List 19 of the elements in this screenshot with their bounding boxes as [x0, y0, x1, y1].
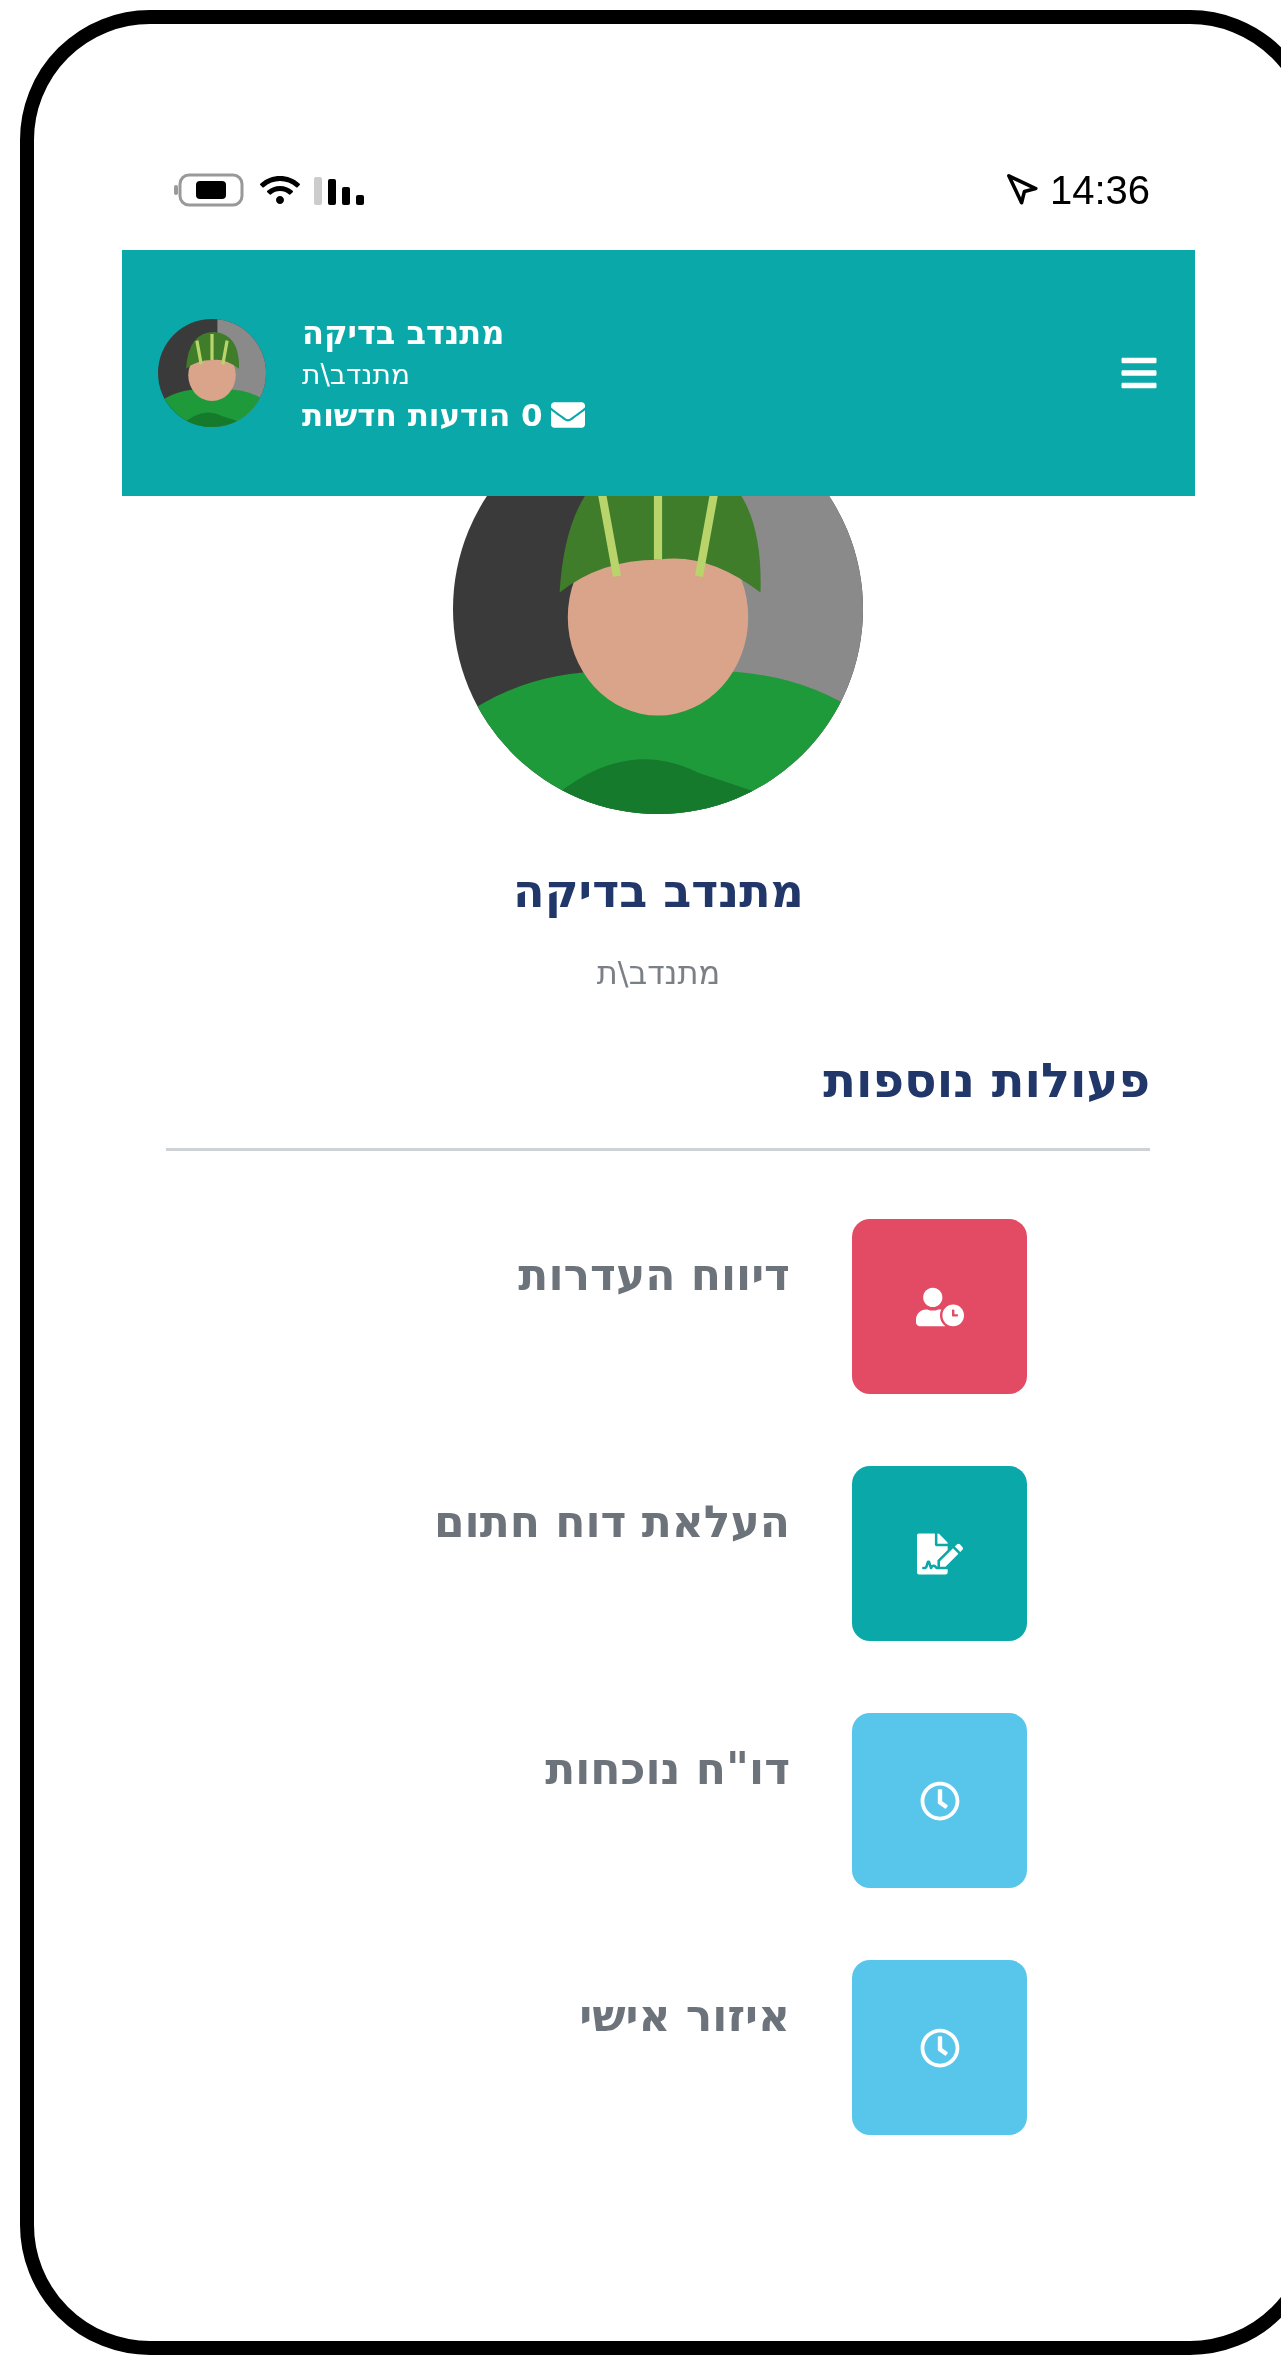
status-time: 14:36 — [1049, 167, 1150, 213]
profile-role: מתנדב\ת — [596, 954, 721, 992]
action-tile[interactable] — [852, 1219, 1027, 1394]
profile-name: מתנדב בדיקה — [513, 864, 804, 918]
clock-icon — [919, 1780, 960, 1821]
action-label[interactable]: איזור אישי — [579, 1990, 790, 2041]
action-label[interactable]: העלאת דוח חתום — [433, 1496, 790, 1547]
clock-icon — [919, 2027, 960, 2068]
user-name: מתנדב בדיקה — [302, 313, 505, 352]
action-label[interactable]: דיווח העדרות — [518, 1249, 790, 1300]
section-title: פעולות נוספות — [823, 1052, 1150, 1108]
action-tile[interactable] — [852, 1466, 1027, 1641]
messages-count[interactable]: 0 הודעות חדשות — [302, 396, 543, 433]
location-arrow-icon — [1005, 173, 1040, 207]
user-role: מתנדב\ת — [302, 357, 410, 391]
action-tile[interactable] — [852, 1713, 1027, 1888]
action-label[interactable]: דו"ח נוכחות — [545, 1743, 790, 1794]
action-tile[interactable] — [852, 1960, 1027, 2135]
battery-icon — [174, 173, 246, 207]
